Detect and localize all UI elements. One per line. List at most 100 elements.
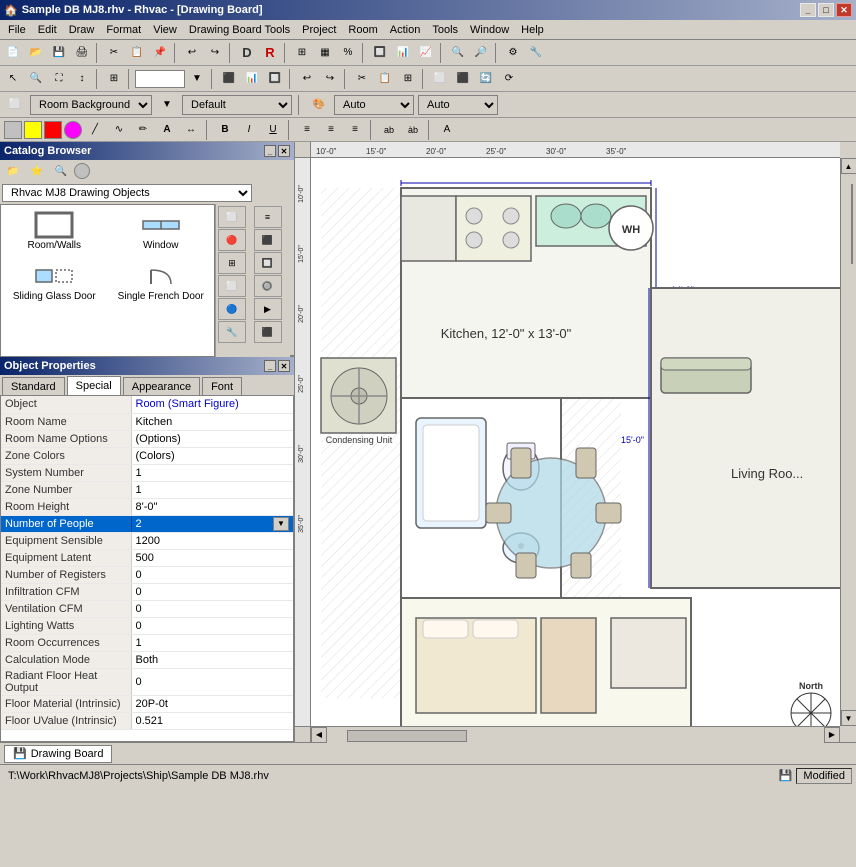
prop-value-system-number[interactable]: 1 [131,464,293,481]
menu-view[interactable]: View [147,23,183,37]
catalog-tb-btn-2[interactable]: ⭐ [26,160,48,182]
drawing-board-tab[interactable]: 💾 Drawing Board [4,745,112,763]
prop-value-equipment-latent[interactable]: 500 [131,549,293,566]
tb-btn-6[interactable]: ▦ [314,42,336,64]
prop-value-calculation-mode[interactable]: Both [131,651,293,668]
catalog-item-sliding-glass-door[interactable]: Sliding Glass Door [1,256,108,307]
auto-select-1[interactable]: Auto [334,95,414,115]
zoom-dropdown-button[interactable]: ▼ [186,68,208,90]
prop-value-floor-material[interactable]: 20P-0t [131,695,293,712]
title-bar-controls[interactable]: _ □ ✕ [800,3,852,17]
catalog-tb-btn-4[interactable] [74,163,90,179]
tab-standard[interactable]: Standard [2,377,65,395]
zoom-out-button[interactable]: 🔎 [470,42,492,64]
tb-btn-9[interactable]: 📊 [392,42,414,64]
text-underline-btn[interactable]: U [262,119,284,141]
scroll-thumb-v[interactable] [851,184,853,264]
tb2-btn-4[interactable]: ↩ [296,68,318,90]
tb2-btn-10[interactable]: ⬛ [452,68,474,90]
menu-window[interactable]: Window [464,23,515,37]
tb-btn-8[interactable]: 🔲 [369,42,391,64]
side-tool-5[interactable]: ⊞ [218,252,246,274]
side-tool-11[interactable]: 🔧 [218,321,246,343]
prop-value-room-occurrences[interactable]: 1 [131,634,293,651]
catalog-tb-btn-1[interactable]: 📁 [2,160,24,182]
open-button[interactable]: 📂 [25,42,47,64]
menu-tools[interactable]: Tools [426,23,464,37]
draw-freehand-btn[interactable]: ✏ [132,119,154,141]
align-left-btn[interactable]: ≡ [296,119,318,141]
horizontal-scrollbar[interactable]: ◀ ▶ [311,726,840,742]
vertical-scrollbar[interactable]: ▲ ▼ [840,158,856,726]
prop-value-infiltration-cfm[interactable]: 0 [131,583,293,600]
tb-btn-12[interactable]: 🔧 [525,42,547,64]
side-tool-3[interactable]: 🔴 [218,229,246,251]
menu-format[interactable]: Format [100,23,147,37]
tb-btn-11[interactable]: ⚙ [502,42,524,64]
catalog-dropdown[interactable]: Rhvac MJ8 Drawing Objects [2,184,252,202]
undo-button[interactable]: ↩ [181,42,203,64]
color-btn-3[interactable] [44,121,62,139]
number-of-people-field[interactable]: 2 ▼ [136,517,290,531]
tb2-btn-11[interactable]: 🔄 [475,68,497,90]
auto-select-2[interactable]: Auto [418,95,498,115]
paste-button[interactable]: 📌 [149,42,171,64]
side-tool-7[interactable]: ⬜ [218,275,246,297]
format-paint-btn[interactable]: 🎨 [308,94,330,116]
prop-value-number-of-people[interactable]: 2 ▼ [131,515,293,532]
tb2-btn-7[interactable]: 📋 [374,68,396,90]
prop-value-zone-number[interactable]: 1 [131,481,293,498]
grid-toggle-button[interactable]: ⊞ [103,68,125,90]
pointer-button[interactable]: ↖ [2,68,24,90]
prop-value-zone-colors[interactable]: (Colors) [131,447,293,464]
scroll-up-button[interactable]: ▲ [841,158,856,174]
tb-btn-5[interactable]: ⊞ [291,42,313,64]
menu-edit[interactable]: Edit [32,23,63,37]
catalog-tb-btn-3[interactable]: 🔍 [50,160,72,182]
color-btn-1[interactable] [4,121,22,139]
redo-button[interactable]: ↪ [204,42,226,64]
tb-btn-10[interactable]: 📈 [415,42,437,64]
scroll-right-button[interactable]: ▶ [824,727,840,743]
scroll-left-button[interactable]: ◀ [311,727,327,743]
side-tool-12[interactable]: ⬛ [254,321,282,343]
side-tool-2[interactable]: ≡ [254,206,282,228]
tab-appearance[interactable]: Appearance [123,377,200,395]
catalog-resize-button[interactable]: _ [264,145,276,157]
draw-curve-btn[interactable]: ∿ [108,119,130,141]
side-tool-4[interactable]: ⬛ [254,229,282,251]
text-ab2-btn[interactable]: àb [402,119,424,141]
prop-value-ventilation-cfm[interactable]: 0 [131,600,293,617]
number-of-people-dropdown-button[interactable]: ▼ [273,517,289,531]
menu-file[interactable]: File [2,23,32,37]
tb2-btn-1[interactable]: ⬛ [218,68,240,90]
zoom-window-button[interactable]: 🔍 [25,68,47,90]
close-button[interactable]: ✕ [836,3,852,17]
prop-value-radiant-floor[interactable]: 0 [131,668,293,695]
draw-line-btn[interactable]: ╱ [84,119,106,141]
cut-button[interactable]: ✂ [103,42,125,64]
side-tool-6[interactable]: 🔲 [254,252,282,274]
copy-button[interactable]: 📋 [126,42,148,64]
align-center-btn[interactable]: ≡ [320,119,342,141]
tb2-btn-5[interactable]: ↪ [319,68,341,90]
tab-special[interactable]: Special [67,376,121,395]
menu-draw[interactable]: Draw [63,23,101,37]
prop-value-room-name-options[interactable]: (Options) [131,430,293,447]
room-bg-icon[interactable]: ⬜ [4,94,26,116]
default-select[interactable]: Default [182,95,292,115]
tb2-btn-2[interactable]: 📊 [241,68,263,90]
tb2-btn-12[interactable]: ⟳ [498,68,520,90]
side-tool-8[interactable]: 🔘 [254,275,282,297]
draw-arrows-btn[interactable]: ↔ [180,119,202,141]
text-color-btn[interactable]: A [436,119,458,141]
menu-project[interactable]: Project [296,23,342,37]
menu-room[interactable]: Room [342,23,383,37]
tb2-btn-9[interactable]: ⬜ [429,68,451,90]
menu-drawing-board-tools[interactable]: Drawing Board Tools [183,23,296,37]
zoom-input[interactable]: 121% [135,70,185,88]
tb-btn-7[interactable]: % [337,42,359,64]
side-tool-1[interactable]: ⬜ [218,206,246,228]
select-button[interactable]: ↕ [71,68,93,90]
minimize-button[interactable]: _ [800,3,816,17]
